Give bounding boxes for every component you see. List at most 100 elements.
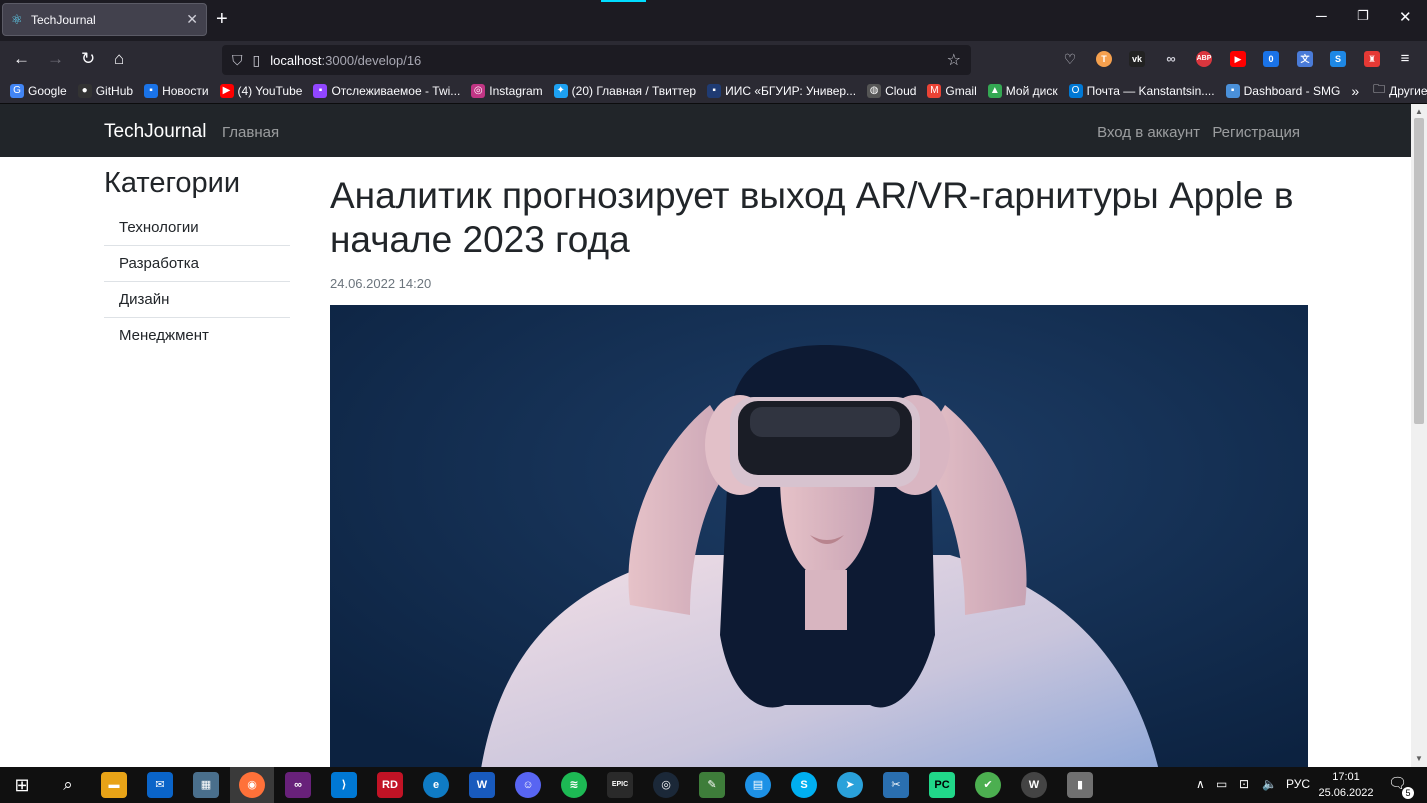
bookmark-item[interactable]: O Почта — Kanstantsin.... [1068, 83, 1215, 98]
bookmark-label: Мой диск [1005, 83, 1058, 98]
minimize-icon[interactable]: ─ [1316, 8, 1327, 25]
nav-register-link[interactable]: Регистрация [1212, 124, 1300, 141]
telegram-icon[interactable]: ➤ [837, 772, 863, 798]
extension-t-icon[interactable]: T [1096, 51, 1112, 67]
bookmark-label: Instagram [489, 83, 543, 98]
category-item[interactable]: Технологии [104, 210, 290, 246]
scroll-down-icon[interactable]: ▼ [1415, 754, 1423, 763]
shield-icon[interactable]: ⛉ [232, 52, 243, 69]
browser-tab[interactable]: ⚛ TechJournal ✕ [2, 3, 207, 36]
firefox-icon[interactable]: ◉ [239, 772, 265, 798]
youtube-ext-icon[interactable]: ▶ [1230, 51, 1246, 67]
pycharm-icon[interactable]: PC [929, 772, 955, 798]
volume-icon[interactable]: 🔈 [1262, 777, 1277, 791]
bookmark-label: Почта — Kanstantsin.... [1086, 83, 1215, 98]
nav-login-link[interactable]: Вход в аккаунт [1097, 124, 1200, 141]
scroll-up-icon[interactable]: ▲ [1415, 107, 1423, 116]
adblock-icon[interactable]: ABP [1196, 51, 1212, 67]
site-brand[interactable]: TechJournal [104, 121, 206, 143]
bookmark-favicon-icon: ◍ [867, 83, 882, 98]
search-icon[interactable]: ⌕ [55, 772, 81, 798]
close-window-icon[interactable]: ✕ [1399, 8, 1412, 26]
forward-icon[interactable]: → [47, 50, 64, 68]
bookmark-item[interactable]: ▪ Dashboard - SMG [1225, 83, 1340, 98]
back-icon[interactable]: ← [13, 50, 30, 68]
page-scrollbar[interactable]: ▲ ▼ [1411, 104, 1427, 767]
skype-icon[interactable]: S [791, 772, 817, 798]
rider-icon[interactable]: RD [377, 772, 403, 798]
calculator-icon[interactable]: ▦ [193, 772, 219, 798]
new-tab-button[interactable]: + [216, 9, 228, 29]
categories-sidebar: Категории Технологии Разработка Дизайн М… [104, 167, 290, 353]
nav-home-link[interactable]: Главная [222, 124, 279, 141]
tab-bar: ⚛ TechJournal ✕ + ─ ❐ ✕ [0, 0, 1427, 41]
network-icon[interactable]: ⊡ [1239, 777, 1249, 791]
bookmark-label: Отслеживаемое - Twi... [331, 83, 461, 98]
notifications-count: 5 [1402, 787, 1414, 799]
bookmarks-more[interactable]: » 🗀 Другие закладки [1351, 80, 1427, 101]
bookmark-favicon-icon: ▪ [144, 83, 159, 98]
reader-icon[interactable]: ∞ [1163, 51, 1179, 67]
menu-icon[interactable]: ≡ [1397, 51, 1413, 67]
bookmark-item[interactable]: ▪ ИИС «БГУИР: Универ... [707, 83, 856, 98]
visual-studio-icon[interactable]: ∞ [285, 772, 311, 798]
bookmark-favicon-icon: ● [77, 83, 92, 98]
bookmark-favicon-icon: ✦ [553, 83, 568, 98]
scroll-thumb[interactable] [1414, 118, 1424, 424]
clock[interactable]: 17:01 25.06.2022 [1318, 769, 1374, 801]
bookmark-item[interactable]: ● GitHub [77, 83, 133, 98]
steam-icon[interactable]: ◎ [653, 772, 679, 798]
file-explorer-icon[interactable]: ▬ [101, 772, 127, 798]
close-tab-icon[interactable]: ✕ [186, 11, 198, 28]
bookmark-item[interactable]: G Google [10, 83, 67, 98]
battery-icon[interactable]: ▭ [1216, 777, 1227, 791]
bookmark-item[interactable]: ▲ Мой диск [987, 83, 1058, 98]
vscode-icon[interactable]: ⟩ [331, 772, 357, 798]
other-bookmarks-label[interactable]: Другие закладки [1389, 84, 1427, 98]
reload-icon[interactable]: ↻ [81, 50, 95, 68]
bookmark-item[interactable]: M Gmail [927, 83, 977, 98]
tab-title: TechJournal [31, 12, 96, 27]
word-icon[interactable]: W [469, 772, 495, 798]
pocket-icon[interactable]: ♡ [1062, 51, 1078, 67]
category-item[interactable]: Дизайн [104, 282, 290, 318]
discord-icon[interactable]: ☺ [515, 772, 541, 798]
address-bar[interactable]: ⛉ ▯ localhost:3000/develop/16 ☆ [222, 45, 971, 75]
language-indicator[interactable]: РУС [1286, 777, 1310, 791]
tray-chevron-up-icon[interactable]: ∧ [1196, 777, 1205, 791]
epic-games-icon[interactable]: EPIC [607, 772, 633, 798]
translate-icon[interactable]: 文 [1297, 51, 1313, 67]
vr-headset-photo [330, 305, 1308, 767]
bookmark-item[interactable]: ▶ (4) YouTube [219, 83, 303, 98]
home-icon[interactable]: ⌂ [114, 50, 124, 68]
docker-icon[interactable]: ▤ [745, 772, 771, 798]
extension-red-icon[interactable]: ♜ [1364, 51, 1380, 67]
paint-icon[interactable]: ✎ [699, 772, 725, 798]
clock-date: 25.06.2022 [1318, 787, 1374, 799]
article-title: Аналитик прогнозирует выход AR/VR-гарнит… [330, 175, 1294, 260]
vk-icon[interactable]: vk [1129, 51, 1145, 67]
bookmark-item[interactable]: ✦ (20) Главная / Твиттер [553, 83, 696, 98]
bookmark-item[interactable]: ▪ Новости [144, 83, 209, 98]
bookmark-favicon-icon: ▶ [219, 83, 234, 98]
category-item[interactable]: Менеджмент [104, 318, 290, 353]
database-icon[interactable]: ▮ [1067, 772, 1093, 798]
extension-badge-icon[interactable]: 0 [1263, 51, 1279, 67]
bookmark-item[interactable]: ◍ Cloud [867, 83, 916, 98]
bookmark-item[interactable]: ▪ Отслеживаемое - Twi... [313, 83, 461, 98]
skype-ext-icon[interactable]: S [1330, 51, 1346, 67]
snipping-tool-icon[interactable]: ✂ [883, 772, 909, 798]
restore-icon[interactable]: ❐ [1357, 8, 1369, 24]
edge-icon[interactable]: e [423, 772, 449, 798]
bookmark-star-icon[interactable]: ☆ [947, 50, 961, 70]
bookmark-label: (4) YouTube [237, 83, 303, 98]
bookmark-item[interactable]: ◎ Instagram [471, 83, 543, 98]
start-windows-icon[interactable]: ⊞ [9, 772, 35, 798]
send-app-icon[interactable]: ✔ [975, 772, 1001, 798]
mail-icon[interactable]: ✉ [147, 772, 173, 798]
category-item[interactable]: Разработка [104, 246, 290, 282]
chevron-right-icon[interactable]: » [1351, 83, 1359, 99]
spotify-icon[interactable]: ≋ [561, 772, 587, 798]
url-host: localhost [270, 52, 322, 68]
wamp-icon[interactable]: W [1021, 772, 1047, 798]
